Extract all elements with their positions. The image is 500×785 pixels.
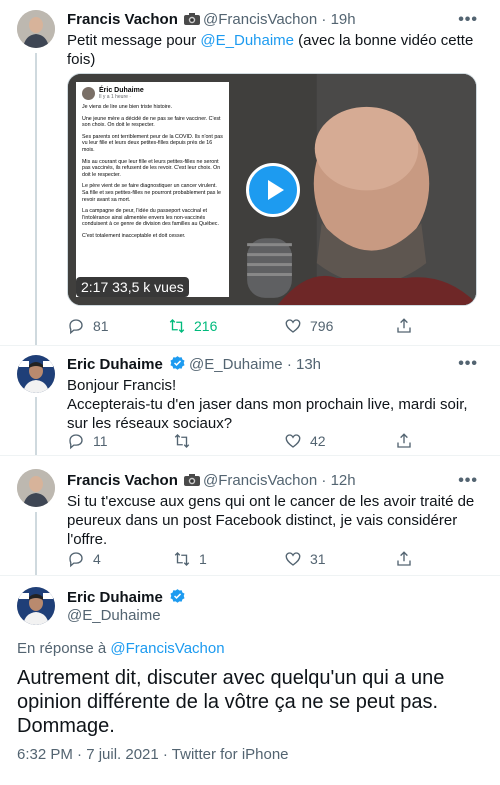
- like-button[interactable]: 31: [284, 550, 326, 568]
- author-name[interactable]: Eric Duhaime: [67, 356, 163, 373]
- text-line: Bonjour Francis!: [67, 377, 177, 394]
- like-icon: [285, 552, 301, 566]
- tweet-header: Francis Vachon @FrancisVachon · 19h: [67, 11, 356, 28]
- fb-post-time: Il y a 1 heure ·: [99, 94, 131, 100]
- reply-prefix: En réponse à: [17, 640, 111, 657]
- author-name[interactable]: Eric Duhaime: [67, 589, 163, 606]
- retweet-icon: [174, 552, 190, 566]
- fb-paragraph: Ses parents ont terriblement peur de la …: [82, 133, 223, 153]
- like-button[interactable]: 796: [284, 317, 333, 335]
- more-icon[interactable]: •••: [458, 11, 478, 29]
- like-count: 42: [310, 433, 326, 449]
- share-button[interactable]: [395, 550, 421, 568]
- fb-paragraph: Une jeune mère a décidé de ne pas se fai…: [82, 115, 221, 129]
- more-icon[interactable]: •••: [458, 472, 478, 490]
- timestamp[interactable]: 19h: [331, 11, 356, 28]
- camera-emoji-icon: [184, 473, 201, 486]
- timestamp[interactable]: 12h: [331, 472, 356, 489]
- share-button[interactable]: [395, 317, 421, 335]
- retweet-icon: [174, 434, 190, 448]
- retweet-count: 1: [199, 551, 207, 567]
- reply-count: 4: [93, 551, 101, 567]
- verified-badge-icon: [169, 588, 186, 605]
- like-icon: [285, 434, 301, 448]
- avatar[interactable]: [17, 469, 55, 507]
- retweet-button[interactable]: [173, 432, 199, 450]
- tweet-3[interactable]: Francis Vachon @FrancisVachon · 12h ••• …: [0, 455, 500, 575]
- tweet-timestamp-source[interactable]: 6:32 PM · 7 juil. 2021 · Twitter for iPh…: [17, 746, 289, 763]
- video-media[interactable]: Éric Duhaime Il y a 1 heure · Je viens d…: [67, 73, 477, 306]
- action-bar: 11 42: [60, 432, 460, 452]
- dot-separator: ·: [317, 472, 331, 489]
- facebook-post-screenshot: Éric Duhaime Il y a 1 heure · Je viens d…: [76, 82, 229, 297]
- tweet-header: Francis Vachon @FrancisVachon · 12h: [67, 472, 356, 489]
- camera-emoji-icon: [184, 12, 201, 25]
- tweet-text: Bonjour Francis! Accepterais-tu d'en jas…: [67, 376, 482, 433]
- dot-separator: ·: [317, 11, 331, 28]
- mention-link[interactable]: @E_Duhaime: [200, 32, 294, 49]
- retweet-count: 216: [194, 318, 218, 334]
- video-stats-badge: 2:17 33,5 k vues: [76, 277, 189, 297]
- avatar[interactable]: [17, 587, 55, 625]
- video-duration: 2:17: [81, 279, 109, 295]
- tweet-text: Si tu t'excuse aux gens qui ont le cance…: [67, 493, 475, 548]
- text-line: Accepterais-tu d'en jaser dans mon proch…: [67, 396, 468, 432]
- verified-badge-icon: [169, 355, 186, 372]
- reply-context: En réponse à @FrancisVachon: [17, 640, 225, 657]
- dot-separator: ·: [282, 356, 296, 373]
- fb-paragraph: Le père vient de se faire diagnostiquer …: [82, 183, 221, 203]
- play-icon[interactable]: [246, 163, 300, 217]
- author-handle[interactable]: @FrancisVachon: [203, 11, 317, 28]
- share-icon: [397, 551, 411, 566]
- author-handle[interactable]: @E_Duhaime: [67, 607, 161, 624]
- fb-paragraph: Mis au courant que leur fille et leurs p…: [82, 158, 221, 178]
- more-icon[interactable]: •••: [458, 355, 478, 373]
- reply-count: 81: [93, 318, 109, 334]
- retweet-icon: [169, 319, 185, 333]
- video-views: 33,5 k vues: [112, 279, 184, 295]
- fb-paragraph: C'est totalement inacceptable et doit ce…: [82, 232, 186, 239]
- fb-post-header: Éric Duhaime Il y a 1 heure ·: [82, 87, 223, 100]
- tweet-header: Eric Duhaime @E_Duhaime · 13h: [67, 355, 321, 373]
- share-button[interactable]: [395, 432, 421, 450]
- reply-button[interactable]: 11: [67, 432, 108, 450]
- reply-icon: [69, 319, 83, 335]
- retweet-button[interactable]: 1: [173, 550, 207, 568]
- share-icon: [397, 433, 411, 448]
- reply-icon: [69, 552, 83, 568]
- action-bar: 4 1 31: [60, 550, 460, 570]
- author-name[interactable]: Francis Vachon: [67, 11, 178, 28]
- tweet-header: Eric Duhaime: [67, 588, 189, 606]
- reply-count: 11: [93, 433, 108, 449]
- like-icon: [285, 319, 301, 333]
- fb-paragraph: La campagne de peur, l'idée du passeport…: [82, 208, 219, 228]
- fb-post-body: Je viens de lire une bien triste histoir…: [82, 104, 223, 240]
- action-bar: 81 216 796: [60, 317, 460, 337]
- retweet-button[interactable]: 216: [168, 317, 217, 335]
- text-prefix: Petit message pour: [67, 32, 201, 49]
- reply-icon: [69, 434, 83, 450]
- reply-to-link[interactable]: @FrancisVachon: [110, 640, 224, 657]
- avatar[interactable]: [17, 355, 55, 393]
- author-handle[interactable]: @E_Duhaime: [189, 356, 283, 373]
- author-handle[interactable]: @FrancisVachon: [203, 472, 317, 489]
- tweet-2[interactable]: Eric Duhaime @E_Duhaime · 13h ••• Bonjou…: [0, 345, 500, 455]
- like-count: 796: [310, 318, 334, 334]
- tweet-text: Petit message pour @E_Duhaime (avec la b…: [67, 31, 482, 69]
- reply-button[interactable]: 4: [67, 550, 101, 568]
- author-name[interactable]: Francis Vachon: [67, 472, 178, 489]
- share-icon: [397, 318, 411, 333]
- fb-avatar: [82, 87, 95, 100]
- fb-author-name: Éric Duhaime: [99, 87, 144, 94]
- avatar[interactable]: [17, 10, 55, 48]
- tweet-1[interactable]: Francis Vachon @FrancisVachon · 19h ••• …: [0, 0, 500, 345]
- like-count: 31: [310, 551, 326, 567]
- fb-paragraph: Je viens de lire une bien triste histoir…: [82, 104, 173, 110]
- like-button[interactable]: 42: [284, 432, 326, 450]
- main-tweet-text: Autrement dit, discuter avec quelqu'un q…: [17, 667, 445, 737]
- timestamp[interactable]: 13h: [296, 356, 321, 373]
- reply-button[interactable]: 81: [67, 317, 109, 335]
